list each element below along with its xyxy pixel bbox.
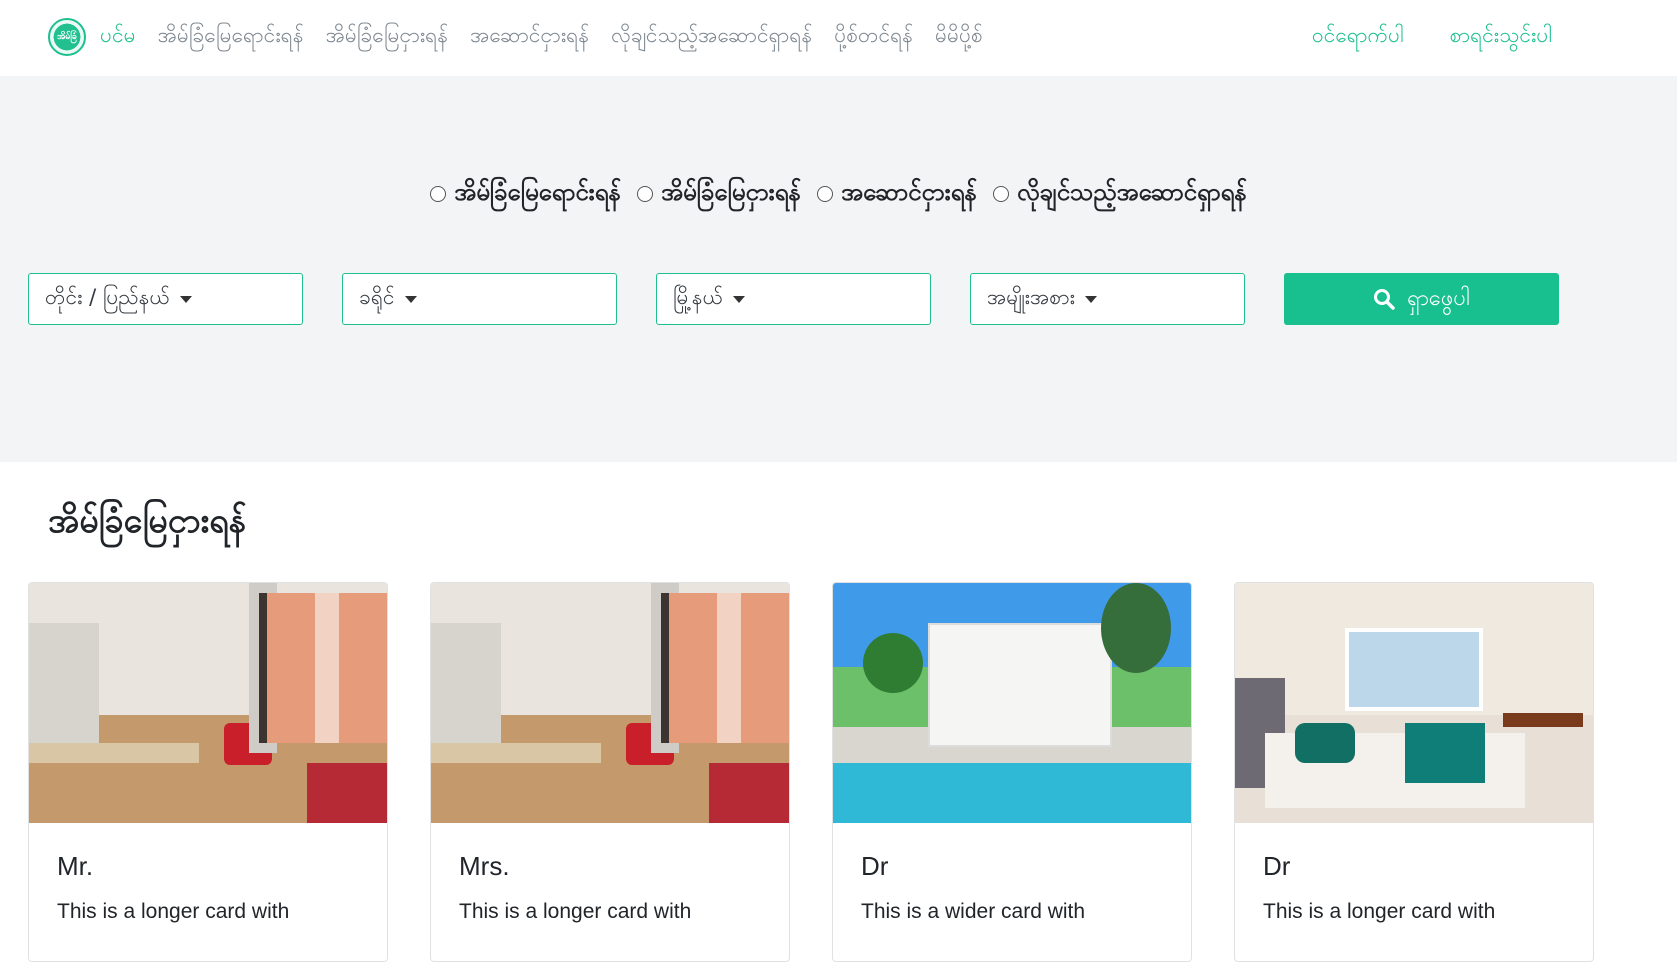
search-button-label: ရှာဖွေပါ	[1407, 285, 1470, 311]
logo-text: အိမ်ခြံ	[57, 31, 77, 42]
district-select[interactable]: ခရိုင်	[342, 273, 617, 325]
caret-down-icon	[404, 295, 417, 303]
radio-label: အိမ်ခြံမြေရောင်းရန်	[454, 178, 621, 206]
select-label: ခရိုင်	[359, 284, 395, 309]
listing-card[interactable]: Mr. This is a longer card with	[28, 582, 388, 962]
section-title: အိမ်ခြံမြေငှားရန်	[48, 501, 247, 541]
caret-down-icon	[733, 295, 746, 303]
radio-circle-icon[interactable]	[992, 186, 1009, 202]
nav-hostel-rent[interactable]: အဆောင်ငှားရန်	[470, 22, 589, 53]
living-room-image[interactable]	[431, 583, 789, 823]
card-text: This is a longer card with	[57, 900, 290, 923]
login-link[interactable]: ဝင်ရောက်ပါ	[1312, 22, 1404, 53]
card-body: Dr This is a longer card with	[1235, 823, 1593, 924]
category-radio-group: အိမ်ခြံမြေရောင်းရန် အိမ်ခြံမြေငှားရန် အဆ…	[0, 176, 1677, 212]
listing-card[interactable]: Mrs. This is a longer card with	[430, 582, 790, 962]
listing-cards: Mr. This is a longer card with Mrs. This…	[28, 582, 1594, 962]
house-pool-image[interactable]	[833, 583, 1191, 823]
nav-property-sale[interactable]: အိမ်ခြံမြေရောင်းရန်	[158, 22, 304, 53]
card-title[interactable]: Dr	[861, 851, 1163, 882]
card-text: This is a longer card with	[1263, 900, 1496, 923]
nav-my-posts[interactable]: မိမိပို့စ်	[935, 22, 983, 53]
type-select[interactable]: အမျိုးအစား	[970, 273, 1245, 325]
nav-home[interactable]: ပင်မ	[100, 22, 136, 53]
radio-property-rent[interactable]: အိမ်ခြံမြေငှားရန်	[636, 176, 801, 212]
radio-circle-icon[interactable]	[636, 186, 653, 202]
caret-down-icon	[1085, 295, 1097, 303]
radio-label: အိမ်ခြံမြေငှားရန်	[660, 178, 801, 206]
search-button[interactable]: ရှာဖွေပါ	[1284, 273, 1559, 325]
search-icon	[1374, 289, 1395, 310]
card-text: This is a longer card with	[459, 900, 692, 923]
card-body: Mr. This is a longer card with	[29, 823, 387, 924]
select-label: အမျိုးအစား	[987, 284, 1075, 309]
select-label: မြို့နယ်	[673, 284, 724, 309]
radio-label: အဆောင်ငှားရန်	[840, 178, 977, 206]
living-room-image[interactable]	[29, 583, 387, 823]
nav-links: ပင်မ အိမ်ခြံမြေရောင်းရန် အိမ်ခြံမြေငှားရ…	[100, 22, 983, 53]
filter-row: တိုင်း / ပြည်နယ် ခရိုင် မြို့နယ် အမျိုးအ…	[28, 273, 1559, 325]
nav-auth: ဝင်ရောက်ပါ စာရင်းသွင်းပါ	[1312, 22, 1552, 53]
card-body: Dr This is a wider card with	[833, 823, 1191, 924]
card-text: This is a wider card with	[861, 900, 1086, 923]
card-body: Mrs. This is a longer card with	[431, 823, 789, 924]
card-title[interactable]: Mrs.	[459, 851, 761, 882]
radio-circle-icon[interactable]	[430, 186, 447, 202]
township-select[interactable]: မြို့နယ်	[656, 273, 931, 325]
nav-property-rent[interactable]: အိမ်ခြံမြေငှားရန်	[326, 22, 449, 53]
card-title[interactable]: Dr	[1263, 851, 1565, 882]
caret-down-icon	[179, 295, 192, 303]
select-label: တိုင်း / ပြည်နယ်	[45, 284, 170, 309]
radio-label: လိုချင်သည့်အဆောင်ရှာရန်	[1016, 178, 1247, 206]
nav-hostel-wanted[interactable]: လိုချင်သည့်အဆောင်ရှာရန်	[611, 22, 812, 53]
search-panel: အိမ်ခြံမြေရောင်းရန် အိမ်ခြံမြေငှားရန် အဆ…	[0, 76, 1677, 462]
radio-property-sale[interactable]: အိမ်ခြံမြေရောင်းရန်	[430, 176, 621, 212]
listing-card[interactable]: Dr This is a wider card with	[832, 582, 1192, 962]
card-title[interactable]: Mr.	[57, 851, 359, 882]
radio-hostel-wanted[interactable]: လိုချင်သည့်အဆောင်ရှာရန်	[992, 176, 1247, 212]
bedroom-image[interactable]	[1235, 583, 1593, 823]
brand-logo[interactable]: အိမ်ခြံ	[48, 18, 86, 56]
navbar: အိမ်ခြံ ပင်မ အိမ်ခြံမြေရောင်းရန် အိမ်ခြံ…	[0, 0, 1677, 76]
nav-create-post[interactable]: ပို့စ်တင်ရန်	[834, 22, 913, 53]
radio-circle-icon[interactable]	[816, 186, 833, 202]
region-select[interactable]: တိုင်း / ပြည်နယ်	[28, 273, 303, 325]
register-link[interactable]: စာရင်းသွင်းပါ	[1450, 22, 1552, 53]
listing-card[interactable]: Dr This is a longer card with	[1234, 582, 1594, 962]
radio-hostel-rent[interactable]: အဆောင်ငှားရန်	[816, 176, 977, 212]
